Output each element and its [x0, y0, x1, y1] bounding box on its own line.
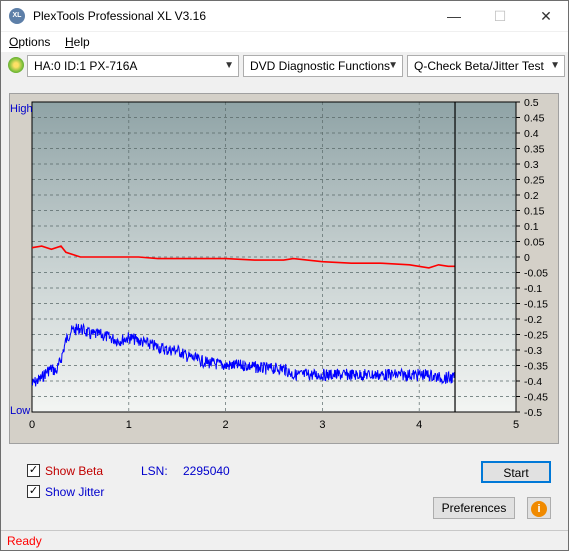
- chevron-down-icon: ▼: [388, 60, 398, 71]
- test-select-value: Q-Check Beta/Jitter Test: [414, 59, 544, 73]
- show-jitter-checkbox[interactable]: ✓: [27, 485, 40, 498]
- y-tick-label: -0.2: [524, 314, 542, 326]
- y-tick-label: -0.35: [524, 361, 548, 373]
- y-tick-label: 0.25: [524, 175, 545, 187]
- x-tick-label: 0: [29, 419, 35, 431]
- lsn-label: LSN:: [141, 464, 168, 478]
- y-tick-label: -0.4: [524, 376, 542, 388]
- y-tick-label: -0.15: [524, 299, 548, 311]
- y-tick-label: -0.25: [524, 330, 548, 342]
- status-bar: Ready: [1, 530, 568, 550]
- x-tick-label: 2: [223, 419, 229, 431]
- y-tick-label: -0.3: [524, 345, 542, 357]
- menu-options[interactable]: Options: [9, 35, 50, 49]
- show-beta-checkbox[interactable]: ✓: [27, 464, 40, 477]
- chart-panel: 0.5 0.45 0.4 0.35 0.3 0.25 0.2 0.15 0.1 0.05 0 -0.0…: [9, 93, 559, 444]
- y-tick-label: 0: [524, 252, 530, 264]
- y-tick-label: 0.45: [524, 113, 545, 125]
- menu-bar: Options Help: [1, 32, 568, 52]
- minimize-button[interactable]: —: [431, 1, 477, 31]
- app-window: XL PlexTools Professional XL V3.16 — ☐ ✕…: [0, 0, 569, 551]
- test-select[interactable]: Q-Check Beta/Jitter Test ▼: [407, 55, 565, 77]
- start-button[interactable]: Start: [481, 461, 551, 483]
- x-tick-label: 3: [319, 419, 325, 431]
- y-tick-label: 0.05: [524, 237, 545, 249]
- x-tick-label: 4: [416, 419, 422, 431]
- y-tick-label: -0.5: [524, 407, 542, 419]
- lsn-value: 2295040: [183, 464, 230, 478]
- info-icon: i: [531, 501, 547, 517]
- toolbar: HA:0 ID:1 PX-716A ▼ DVD Diagnostic Funct…: [1, 53, 568, 79]
- window-title: PlexTools Professional XL V3.16: [33, 9, 206, 23]
- function-select[interactable]: DVD Diagnostic Functions ▼: [243, 55, 403, 77]
- drive-select-value: HA:0 ID:1 PX-716A: [34, 59, 138, 73]
- close-button[interactable]: ✕: [523, 1, 569, 31]
- status-text: Ready: [7, 534, 42, 548]
- y-high-label: High: [10, 103, 33, 115]
- menu-help[interactable]: Help: [65, 35, 90, 49]
- y-low-label: Low: [10, 405, 30, 417]
- info-button[interactable]: i: [527, 497, 551, 519]
- y-tick-label: 0.1: [524, 221, 539, 233]
- chevron-down-icon: ▼: [550, 60, 560, 71]
- x-tick-label: 1: [126, 419, 132, 431]
- control-panel: ✓ Show Beta ✓ Show Jitter LSN: 2295040 S…: [9, 453, 559, 523]
- title-bar[interactable]: XL PlexTools Professional XL V3.16 — ☐ ✕: [1, 1, 568, 31]
- x-tick-label: 5: [513, 419, 519, 431]
- y-tick-label: -0.45: [524, 392, 548, 404]
- show-beta-label: Show Beta: [45, 464, 104, 478]
- y-tick-label: -0.05: [524, 268, 548, 280]
- y-tick-label: 0.5: [524, 97, 539, 109]
- y-tick-label: 0.2: [524, 190, 539, 202]
- y-tick-label: 0.15: [524, 206, 545, 218]
- y-tick-label: -0.1: [524, 283, 542, 295]
- function-select-value: DVD Diagnostic Functions: [250, 59, 391, 73]
- maximize-button[interactable]: ☐: [477, 1, 523, 31]
- y-tick-label: 0.35: [524, 144, 545, 156]
- drive-select[interactable]: HA:0 ID:1 PX-716A ▼: [27, 55, 239, 77]
- y-tick-label: 0.4: [524, 128, 539, 140]
- app-logo-icon: XL: [9, 8, 25, 24]
- beta-jitter-chart: 0.5 0.45 0.4 0.35 0.3 0.25 0.2 0.15 0.1 0.05 0 -0.0…: [10, 97, 548, 431]
- chevron-down-icon: ▼: [224, 60, 234, 71]
- preferences-button[interactable]: Preferences: [433, 497, 515, 519]
- show-jitter-label: Show Jitter: [45, 485, 105, 499]
- y-tick-label: 0.3: [524, 159, 539, 171]
